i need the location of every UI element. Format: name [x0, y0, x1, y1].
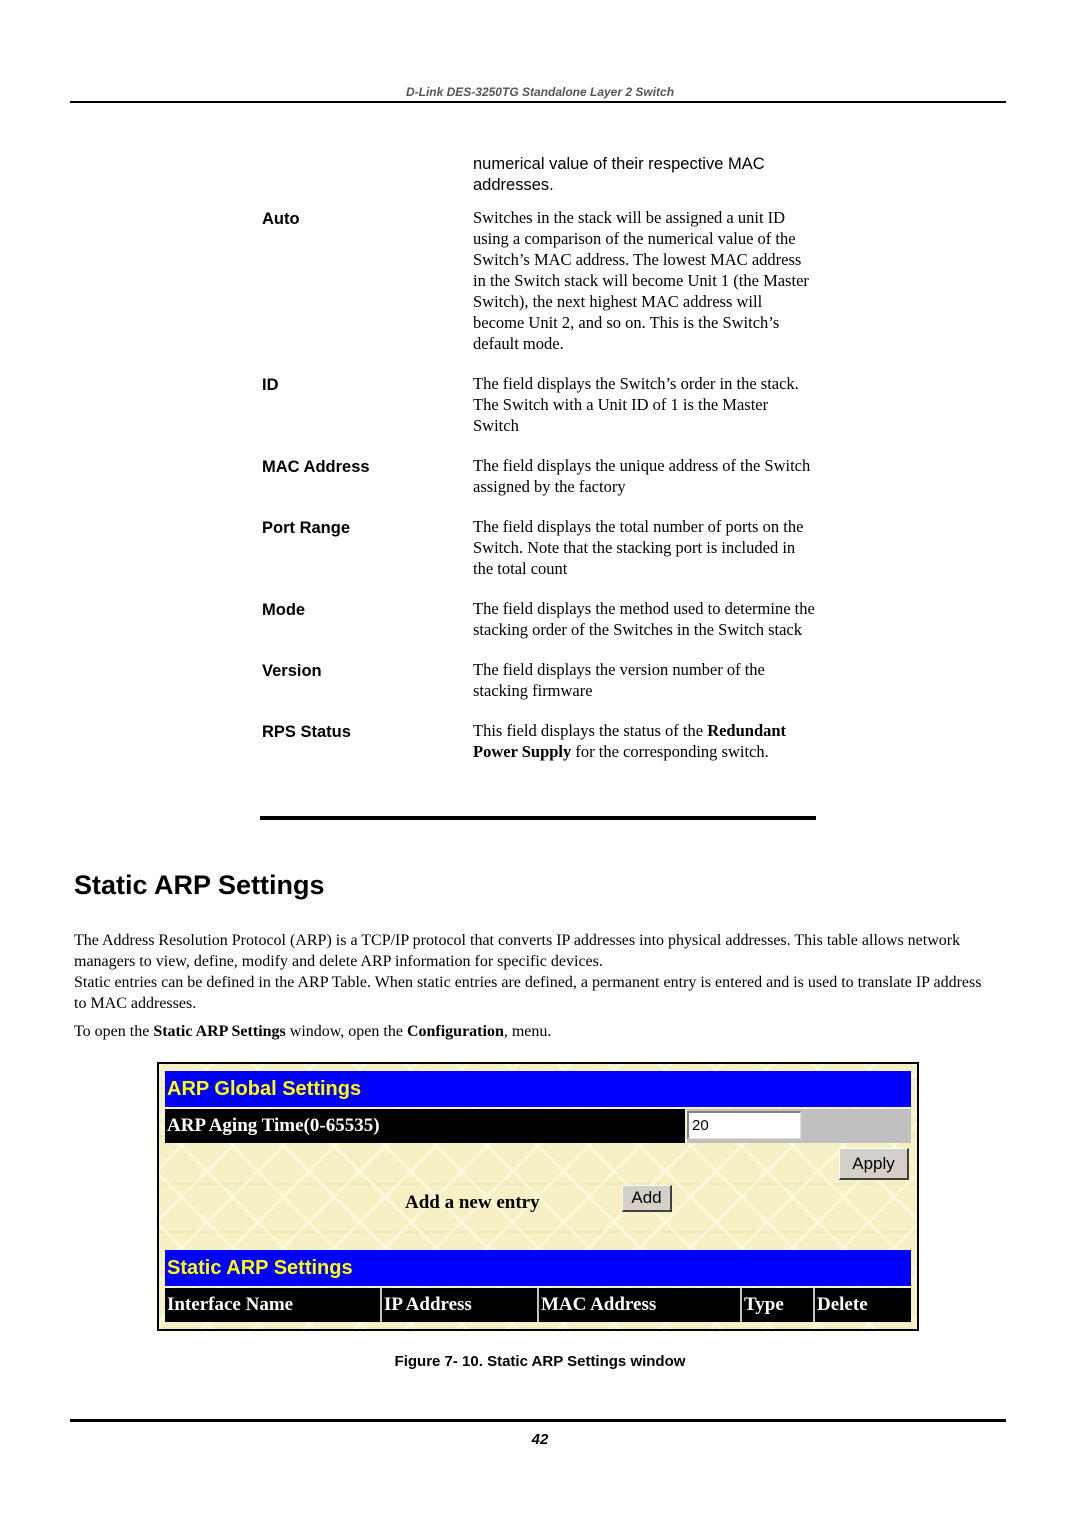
- definition-desc: The field displays the method used to de…: [473, 599, 815, 639]
- definition-term: ID: [262, 376, 279, 394]
- section-title: Static ARP Settings: [74, 870, 325, 900]
- figure-caption: Figure 7- 10. Static ARP Settings window: [394, 1353, 686, 1370]
- desc-text: This field displays the status of the: [473, 721, 708, 740]
- apply-button[interactable]: Apply: [839, 1148, 909, 1180]
- definition-term: MAC Address: [262, 458, 370, 476]
- definition-row: Version The field displays the version n…: [262, 659, 816, 701]
- definition-term: [262, 154, 473, 196]
- definition-term: Auto: [262, 210, 300, 228]
- definition-row: Mode The field displays the method used …: [262, 598, 816, 640]
- arp-global-settings-title: ARP Global Settings: [165, 1071, 911, 1107]
- arp-aging-time-label: ARP Aging Time(0-65535): [165, 1109, 685, 1143]
- definition-row: Port Range The field displays the total …: [262, 516, 816, 579]
- page-number: 42: [531, 1431, 549, 1448]
- definition-term: RPS Status: [262, 723, 351, 741]
- definition-row: Auto Switches in the stack will be assig…: [262, 207, 816, 354]
- add-button[interactable]: Add: [622, 1185, 672, 1212]
- definition-term: Mode: [262, 601, 306, 619]
- definition-desc: numerical value of their respective MAC …: [473, 155, 765, 194]
- table-bottom-rule: [260, 816, 816, 820]
- definition-desc: Switches in the stack will be assigned a…: [473, 208, 809, 353]
- paragraph: To open the Static ARP Settings window, …: [74, 1021, 994, 1042]
- definition-desc: The field displays the unique address of…: [473, 456, 811, 496]
- text: , menu.: [503, 1023, 552, 1040]
- column-type: Type: [742, 1288, 815, 1322]
- definition-term: Version: [262, 662, 322, 680]
- static-arp-settings-title: Static ARP Settings: [165, 1250, 911, 1286]
- definition-desc: The field displays the total number of p…: [473, 517, 804, 578]
- add-entry-label: Add a new entry: [405, 1192, 540, 1213]
- bold-term: Static ARP Settings: [153, 1023, 286, 1040]
- column-mac-address: MAC Address: [539, 1288, 742, 1322]
- footer-rule: [70, 1419, 1006, 1422]
- running-header: D-Link DES-3250TG Standalone Layer 2 Swi…: [405, 85, 675, 99]
- definition-row: numerical value of their respective MAC …: [262, 154, 816, 196]
- column-ip-address: IP Address: [382, 1288, 539, 1322]
- definition-row: ID The field displays the Switch’s order…: [262, 373, 816, 436]
- desc-text: for the corresponding switch.: [571, 742, 769, 761]
- definition-row: MAC Address The field displays the uniqu…: [262, 455, 816, 497]
- arp-aging-time-input[interactable]: [687, 1111, 801, 1139]
- definition-desc: The field displays the Switch’s order in…: [473, 374, 799, 435]
- paragraph: Static entries can be defined in the ARP…: [74, 974, 982, 1012]
- definition-term: Port Range: [262, 519, 351, 537]
- header-rule: [70, 101, 1006, 103]
- paragraph: The Address Resolution Protocol (ARP) is…: [74, 932, 961, 970]
- static-arp-table-header: Interface Name IP Address MAC Address Ty…: [165, 1288, 911, 1322]
- column-interface-name: Interface Name: [165, 1288, 382, 1322]
- text: window, open the: [285, 1023, 407, 1040]
- text: To open the: [74, 1023, 154, 1040]
- definition-row: RPS Status This field displays the statu…: [262, 720, 816, 762]
- bold-term: Configuration: [406, 1023, 504, 1040]
- column-delete: Delete: [817, 1294, 868, 1315]
- definition-desc: The field displays the version number of…: [473, 660, 765, 700]
- arp-settings-window: ARP Global Settings ARP Aging Time(0-655…: [157, 1062, 919, 1331]
- definition-table: numerical value of their respective MAC …: [262, 154, 816, 762]
- definition-desc: This field displays the status of the Re…: [473, 720, 816, 762]
